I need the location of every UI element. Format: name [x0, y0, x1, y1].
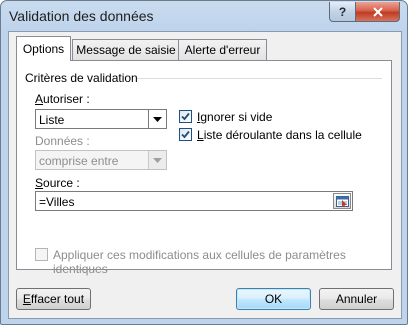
clear-all-button[interactable]: Effacer tout	[16, 288, 91, 310]
tab-error-alert[interactable]: Alerte d'erreur	[178, 39, 267, 60]
chevron-down-icon	[153, 157, 162, 163]
group-divider	[137, 78, 382, 79]
apply-all-label[interactable]: Appliquer ces modifications aux cellules…	[53, 248, 391, 276]
cancel-button[interactable]: Annuler	[319, 288, 394, 310]
data-label: Données :	[35, 134, 90, 148]
allow-dropdown-button[interactable]	[148, 110, 166, 128]
allow-select-value: Liste	[39, 113, 65, 127]
chevron-down-icon	[153, 116, 162, 122]
checkmark-icon	[181, 130, 190, 139]
ok-button[interactable]: OK	[236, 288, 311, 310]
source-label: Source :	[35, 176, 80, 190]
collapse-dialog-icon	[335, 195, 349, 207]
title-bar[interactable]: Validation des données ?	[1, 1, 407, 31]
in-cell-dropdown-label[interactable]: Liste déroulante dans la cellule	[197, 128, 362, 142]
checkmark-icon	[181, 112, 190, 121]
in-cell-dropdown-accelerator: L	[197, 128, 204, 142]
group-title: Critères de validation	[25, 71, 142, 85]
source-input-value: =Villes	[39, 195, 75, 209]
clear-all-text: ffacer tout	[30, 292, 85, 306]
range-select-button[interactable]	[333, 193, 351, 209]
source-label-text: ource :	[43, 176, 80, 190]
allow-label-text: utoriser :	[43, 92, 90, 106]
data-select-value: comprise entre	[39, 154, 119, 168]
clear-all-accelerator: E	[22, 292, 31, 306]
ignore-blank-text: gnorer si vide	[200, 110, 273, 124]
in-cell-dropdown-text: iste déroulante dans la cellule	[203, 128, 362, 142]
data-select[interactable]: comprise entre	[35, 150, 167, 170]
close-button[interactable]	[355, 2, 400, 22]
source-input[interactable]: =Villes	[35, 191, 353, 211]
allow-select[interactable]: Liste	[35, 109, 167, 129]
close-icon	[372, 6, 383, 17]
options-panel: Critères de validation Autoriser : Liste…	[16, 60, 392, 276]
tab-options[interactable]: Options	[16, 36, 71, 61]
allow-label-accelerator: A	[35, 92, 44, 106]
dialog-title: Validation des données	[9, 8, 154, 24]
in-cell-dropdown-checkbox[interactable]	[179, 128, 192, 141]
tab-input-message[interactable]: Message de saisie	[72, 39, 180, 60]
ignore-blank-label[interactable]: Ignorer si vide	[197, 110, 272, 124]
dialog-body: Options Message de saisie Alerte d'erreu…	[8, 31, 402, 319]
ignore-blank-checkbox[interactable]	[179, 110, 192, 123]
data-dropdown-button[interactable]	[148, 151, 166, 169]
allow-label: Autoriser :	[35, 92, 90, 106]
source-label-accelerator: S	[35, 176, 44, 190]
dialog-window: Validation des données ? Options Message…	[0, 0, 408, 325]
apply-all-checkbox[interactable]	[35, 248, 48, 261]
help-button[interactable]: ?	[329, 2, 356, 22]
